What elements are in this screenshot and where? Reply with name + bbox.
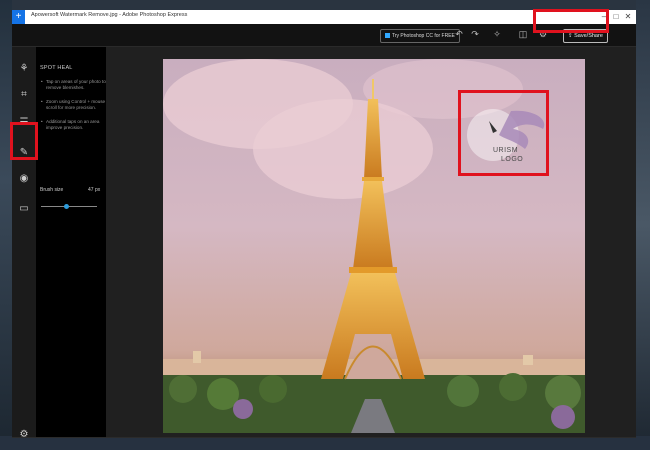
red-eye-icon[interactable]: ◉ bbox=[16, 171, 32, 187]
panel-title: SPOT HEAL bbox=[40, 65, 73, 71]
brush-size-slider-handle[interactable] bbox=[63, 204, 69, 209]
maximize-icon[interactable]: □ bbox=[610, 11, 622, 23]
tip-item: Zoom using Control + mouse scroll for mo… bbox=[41, 99, 108, 111]
spot-heal-highlight bbox=[10, 122, 38, 160]
crop-icon[interactable]: ⌗ bbox=[16, 87, 32, 103]
desktop-background-left bbox=[0, 0, 12, 450]
frames-icon[interactable]: ▭ bbox=[16, 201, 32, 217]
plus-icon[interactable]: + bbox=[12, 10, 25, 24]
tip-item: Additional taps on an area improve preci… bbox=[41, 119, 108, 131]
brush-size-label: Brush size bbox=[40, 187, 64, 193]
app-window: + Apowersoft Watermark Remove.jpg - Adob… bbox=[12, 10, 636, 440]
desktop-background-bottom bbox=[0, 436, 650, 450]
canvas-area: URISM LOGO bbox=[106, 47, 636, 438]
redo-icon[interactable]: ↷ bbox=[468, 27, 482, 41]
save-share-label: Save/Share bbox=[574, 33, 603, 39]
desktop-background-right bbox=[636, 0, 650, 450]
window-title: Apowersoft Watermark Remove.jpg - Adobe … bbox=[31, 12, 188, 18]
save-share-highlight bbox=[533, 9, 609, 33]
brush-size-slider[interactable] bbox=[41, 206, 97, 207]
brush-size-value: 47 px bbox=[88, 187, 101, 193]
close-icon[interactable]: ✕ bbox=[622, 11, 634, 23]
auto-fix-icon[interactable]: ✧ bbox=[490, 27, 504, 41]
tips-list: Tap on areas of your photo to remove ble… bbox=[40, 79, 108, 139]
undo-icon[interactable]: ↶ bbox=[452, 27, 466, 41]
left-tool-nav: ⚘ ⌗ ☰ ✎ ◉ ▭ ⚙ bbox=[12, 47, 36, 440]
window-bottom-border bbox=[12, 437, 636, 438]
tip-item: Tap on areas of your photo to remove ble… bbox=[41, 79, 108, 91]
try-photoshop-label: Try Photoshop CC for FREE bbox=[392, 33, 455, 39]
try-photoshop-button[interactable]: Try Photoshop CC for FREE bbox=[380, 29, 460, 43]
looks-icon[interactable]: ⚘ bbox=[16, 61, 32, 77]
watermark-highlight bbox=[458, 90, 549, 176]
compare-icon[interactable]: ◫ bbox=[516, 27, 530, 41]
spot-heal-panel: SPOT HEAL Tap on areas of your photo to … bbox=[36, 47, 106, 438]
settings-gear-icon[interactable]: ⚙ bbox=[16, 427, 32, 443]
photoshop-logo-icon bbox=[385, 33, 390, 39]
